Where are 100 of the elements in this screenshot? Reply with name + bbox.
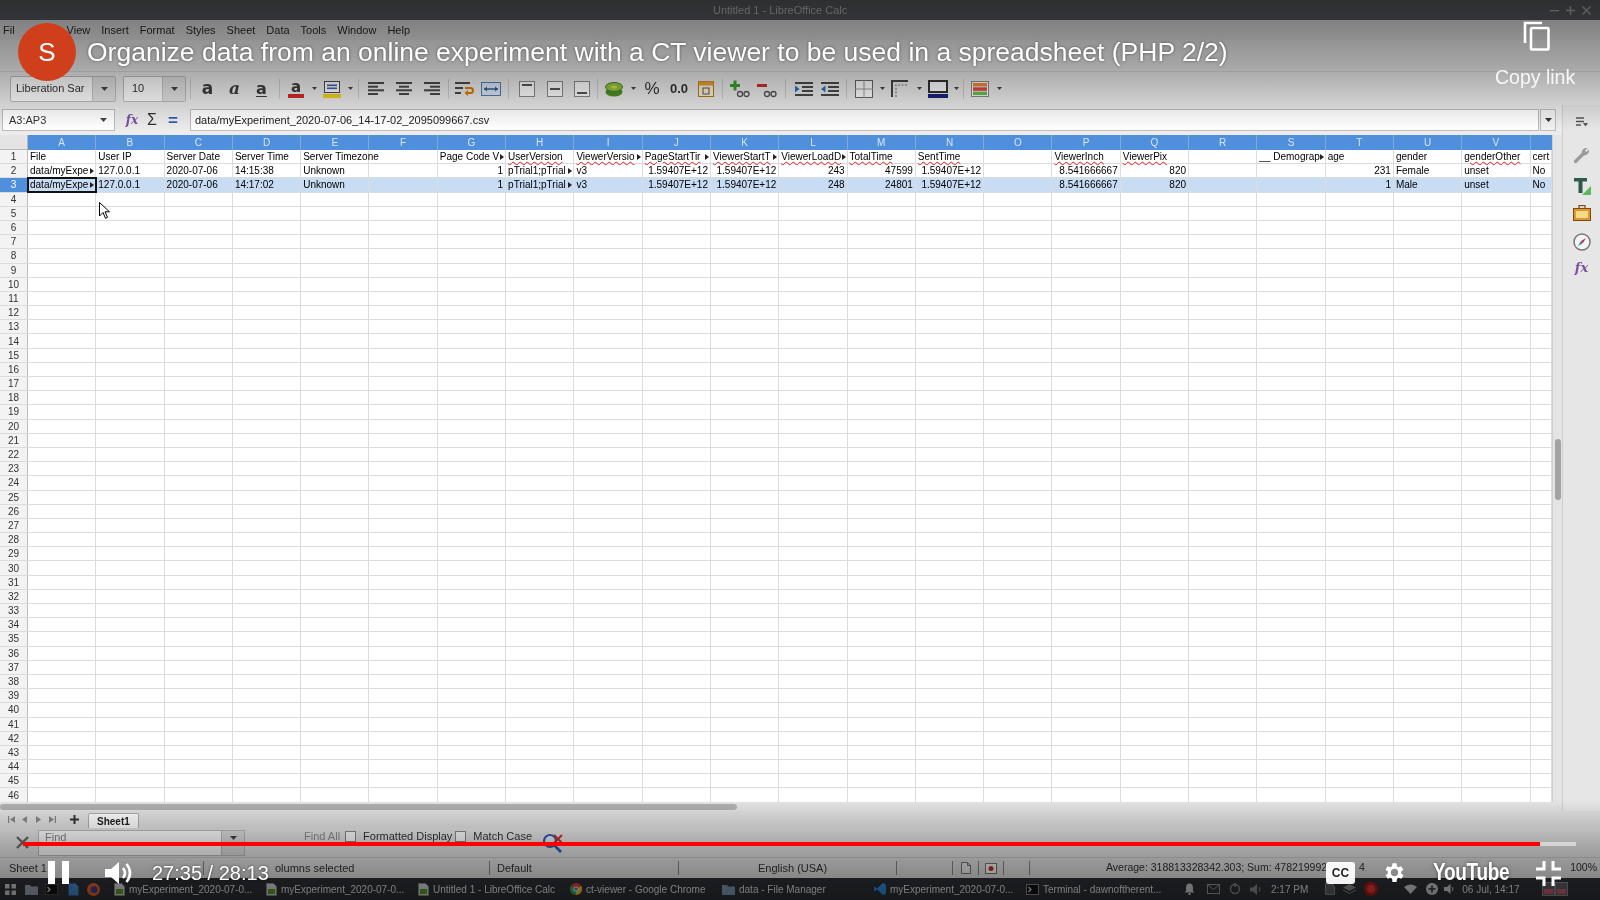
checkbox-label[interactable]: Match Case <box>473 830 533 842</box>
row-header[interactable]: 13 <box>0 320 28 334</box>
first-sheet-icon[interactable] <box>8 816 15 823</box>
horizontal-scrollbar[interactable] <box>0 802 1562 811</box>
row-header[interactable]: 8 <box>0 249 28 263</box>
borders-icon[interactable] <box>855 79 873 98</box>
font-name-field[interactable]: Liberation Sar <box>10 75 116 102</box>
text-style-icon[interactable] <box>1572 177 1591 195</box>
app-grid-icon[interactable] <box>5 883 16 895</box>
menu-item[interactable]: Help <box>387 21 411 39</box>
checkbox[interactable] <box>455 831 467 842</box>
caret-icon[interactable] <box>170 86 178 91</box>
formula-button[interactable]: = <box>167 111 179 129</box>
caret-icon[interactable] <box>916 87 922 90</box>
captions-button[interactable]: CC <box>1326 862 1355 884</box>
menu-item[interactable]: Insert <box>101 21 129 39</box>
clock-date[interactable]: 06 Jul, 14:17 <box>1462 881 1520 897</box>
scrollbar-thumb[interactable] <box>0 803 737 810</box>
next-sheet-icon[interactable] <box>36 816 41 823</box>
row-header[interactable]: 12 <box>0 306 28 320</box>
align-left-icon[interactable] <box>368 82 384 95</box>
wrap-text-icon[interactable] <box>454 81 474 96</box>
conditional-format-icon[interactable] <box>971 80 989 97</box>
menu-item[interactable]: Styles <box>185 21 216 39</box>
menu-item[interactable]: Sheet <box>226 21 256 39</box>
coins-icon[interactable] <box>604 80 624 97</box>
taskbar-button[interactable]: data - File Manager <box>722 881 826 897</box>
menu-item[interactable]: Tools <box>300 21 327 39</box>
function-wizard-button[interactable]: fx <box>125 114 139 126</box>
compass-icon[interactable] <box>1572 233 1591 251</box>
row-header[interactable]: 33 <box>0 604 28 618</box>
add-decimal-icon[interactable] <box>730 79 750 98</box>
row-header[interactable]: 23 <box>0 462 28 476</box>
row-header[interactable]: 17 <box>0 377 28 391</box>
align-center-icon[interactable] <box>396 82 412 95</box>
taskbar-button[interactable]: myExperiment_2020-07-0... <box>266 881 405 897</box>
row-header[interactable]: 18 <box>0 391 28 405</box>
terminal-icon[interactable] <box>45 883 58 895</box>
align-top-icon[interactable] <box>519 80 535 97</box>
row-header[interactable]: 7 <box>0 235 28 249</box>
menu-item[interactable]: Data <box>266 21 290 39</box>
record-icon[interactable] <box>985 862 997 874</box>
name-box[interactable]: A3:AP3 <box>2 109 115 131</box>
border-style-icon[interactable] <box>891 79 909 98</box>
row-header[interactable]: 30 <box>0 561 28 575</box>
taskbar-button[interactable]: myExperiment_2020-07-0... <box>874 881 1014 897</box>
menu-icon[interactable] <box>1575 117 1588 127</box>
menu-item[interactable]: Window <box>337 21 377 39</box>
checkbox-label[interactable]: Formatted Display <box>363 830 453 842</box>
row-header[interactable]: 29 <box>0 547 28 561</box>
wifi-icon[interactable] <box>1404 884 1418 894</box>
row-header[interactable]: 19 <box>0 405 28 419</box>
mail-icon[interactable] <box>1207 884 1220 894</box>
row-header[interactable]: 14 <box>0 334 28 348</box>
menu-item[interactable]: Fil <box>3 21 15 39</box>
row-header[interactable]: 40 <box>0 703 28 717</box>
caret-icon[interactable] <box>879 87 885 90</box>
row-header[interactable]: 2 <box>0 164 28 178</box>
align-right-icon[interactable] <box>424 82 440 95</box>
row-header[interactable]: 45 <box>0 774 28 788</box>
bold-button[interactable]: a <box>201 80 214 97</box>
align-middle-icon[interactable] <box>546 80 563 97</box>
caret-icon[interactable] <box>100 118 107 122</box>
border-color-icon[interactable] <box>928 79 948 98</box>
workspace-icon[interactable] <box>1541 882 1568 896</box>
layers-icon[interactable] <box>1343 883 1357 895</box>
menu-item[interactable]: Format <box>139 21 175 39</box>
caret-icon[interactable] <box>229 835 237 840</box>
add-sheet-icon[interactable] <box>70 815 79 824</box>
copy-icon[interactable] <box>1523 21 1550 51</box>
row-header[interactable]: 46 <box>0 788 28 802</box>
taskbar-button[interactable]: myExperiment_2020-07-0... <box>114 881 253 897</box>
vertical-scrollbar[interactable] <box>1552 135 1562 802</box>
taskbar-button[interactable]: Terminal - dawnoftherent... <box>1026 881 1162 897</box>
caret-icon[interactable] <box>953 87 959 90</box>
row-header[interactable]: 1 <box>0 150 28 164</box>
percent-button[interactable]: % <box>644 80 660 97</box>
row-header[interactable]: 35 <box>0 632 28 646</box>
row-header[interactable]: 39 <box>0 689 28 703</box>
taskbar-button[interactable]: Untitled 1 - LibreOffice Calc <box>418 881 556 897</box>
align-bottom-icon[interactable] <box>573 80 590 97</box>
caret-icon[interactable] <box>100 86 108 91</box>
font-color-button[interactable]: a <box>288 79 304 98</box>
row-header[interactable]: 28 <box>0 533 28 547</box>
row-header[interactable]: 24 <box>0 476 28 490</box>
clock-time[interactable]: 2:17 PM <box>1271 881 1309 897</box>
caret-icon[interactable] <box>630 87 636 90</box>
close-icon[interactable] <box>15 835 30 850</box>
functions-button[interactable]: fx <box>1574 261 1589 274</box>
underline-button[interactable]: a <box>256 80 267 97</box>
exit-fullscreen-icon[interactable] <box>1536 861 1561 886</box>
folder-icon[interactable] <box>25 883 38 895</box>
row-header[interactable]: 34 <box>0 618 28 632</box>
font-size-field[interactable]: 10 <box>123 75 186 102</box>
increase-indent-icon[interactable] <box>795 81 813 96</box>
highlight-color-icon[interactable] <box>323 79 341 98</box>
bell-icon[interactable] <box>1184 883 1195 895</box>
dropdown-button[interactable] <box>92 76 115 101</box>
briefcase-icon[interactable] <box>1572 205 1591 221</box>
active-cell[interactable]: data/myExpe <box>28 178 97 192</box>
